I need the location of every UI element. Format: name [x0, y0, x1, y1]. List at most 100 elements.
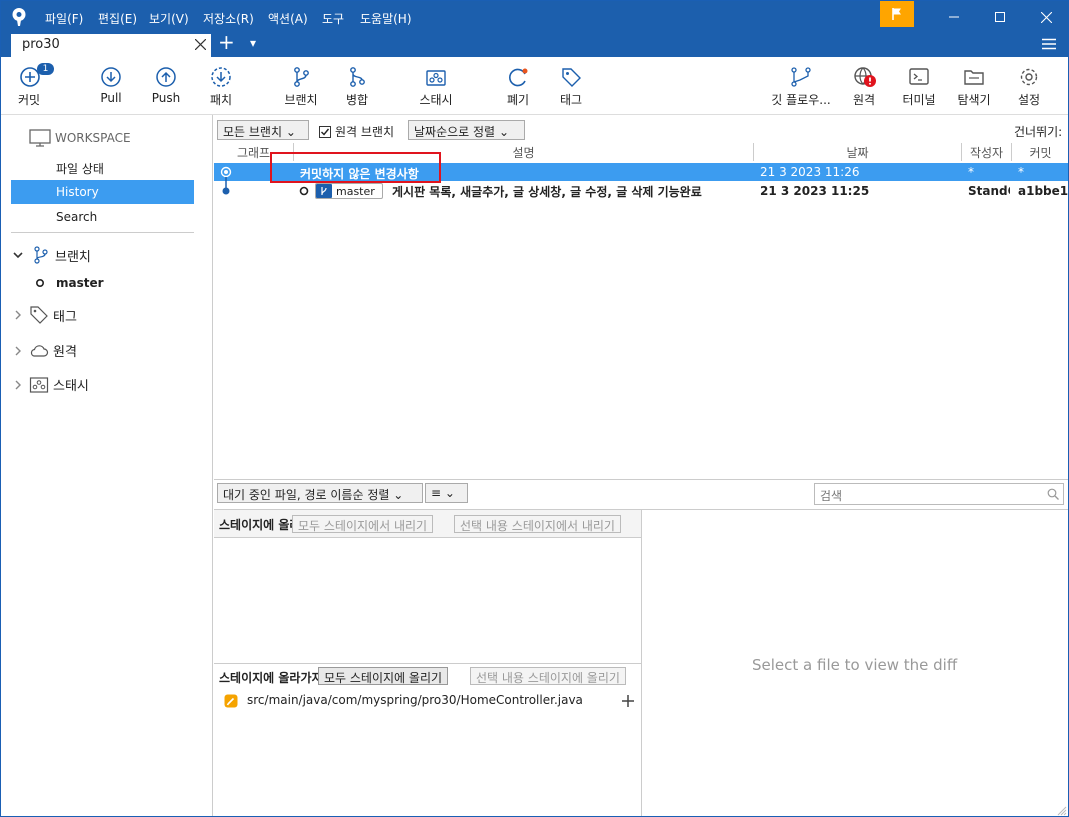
branch-name: master [56, 276, 104, 290]
graph-line-icon [222, 177, 230, 195]
row-author: StandC [968, 184, 1010, 198]
menu-view[interactable]: 보기(V) [149, 10, 189, 27]
title-bar: 파일(F) 편집(E) 보기(V) 저장소(R) 액션(A) 도구 도움말(H) [1, 1, 1068, 33]
menu-edit[interactable]: 편집(E) [98, 10, 137, 27]
gitflow-button[interactable]: 깃 플로우... [767, 57, 835, 115]
sidebar-section-remotes[interactable]: 원격 [13, 341, 77, 360]
commit-node-icon [299, 186, 309, 196]
discard-button[interactable]: 폐기 [498, 57, 538, 115]
menu-file[interactable]: 파일(F) [45, 10, 83, 27]
merge-label: 병합 [345, 93, 369, 107]
tab-bar: pro30 + ▾ [1, 30, 1068, 57]
remotes-label: 원격 [53, 345, 77, 360]
sidebar-item-search[interactable]: Search [11, 205, 194, 229]
close-window-button[interactable] [1023, 1, 1068, 33]
list-item[interactable]: src/main/java/com/myspring/pro30/HomeCon… [214, 691, 641, 711]
branches-label: 브랜치 [55, 249, 91, 265]
resize-grip-icon[interactable] [1057, 806, 1067, 816]
fetch-button[interactable]: 패치 [201, 57, 241, 115]
chevron-down-icon: ⌄ [498, 125, 509, 139]
sidebar-section-stashes[interactable]: 스태시 [13, 375, 89, 394]
remote-button[interactable]: 원격 [844, 57, 884, 115]
tag-icon [562, 68, 581, 87]
chevron-down-icon [13, 252, 23, 259]
gitflow-icon [791, 67, 811, 87]
explorer-button[interactable]: 탐색기 [953, 57, 995, 115]
unstage-selected-button[interactable]: 선택 내용 스테이지에서 내리기 [454, 515, 621, 533]
stage-all-button[interactable]: 모두 스테이지에 올리기 [318, 667, 449, 685]
main-panel: 모든 브랜치 ⌄ 원격 브랜치 날짜순으로 정렬 ⌄ 건너뛰기: 그래프 설명 … [214, 115, 1068, 816]
modified-file-icon [224, 694, 238, 708]
sidebar-item-history[interactable]: History [11, 180, 194, 204]
column-label: 작성자 [969, 146, 1004, 160]
sourcetree-window: 파일(F) 편집(E) 보기(V) 저장소(R) 액션(A) 도구 도움말(H)… [0, 0, 1069, 817]
maximize-button[interactable] [977, 1, 1023, 33]
menu-actions[interactable]: 액션(A) [268, 10, 308, 27]
menu-help[interactable]: 도움말(H) [360, 10, 412, 27]
column-date[interactable]: 날짜 [754, 143, 962, 161]
close-tab-icon[interactable] [194, 38, 207, 54]
hamburger-menu-icon[interactable] [1042, 38, 1056, 53]
stage-file-plus-icon[interactable] [622, 695, 634, 707]
unstage-all-button[interactable]: 모두 스테이지에서 내리기 [292, 515, 434, 533]
file-search-input[interactable]: 검색 [814, 483, 1064, 505]
branch-badge: master [315, 183, 383, 199]
tag-button[interactable]: 태그 [551, 57, 591, 115]
pull-icon [101, 67, 121, 87]
pull-button[interactable]: Pull [91, 57, 131, 115]
column-commit[interactable]: 커밋 [1012, 143, 1068, 161]
push-button[interactable]: Push [146, 57, 186, 115]
file-panes: 스테이지에 올라간 파일 모두 스테이지에서 내리기 선택 내용 스테이지에서 … [214, 509, 642, 816]
commit-button[interactable]: 커밋 1 [11, 57, 54, 115]
commit-label: 커밋 [18, 93, 41, 107]
checkbox-checked-icon [319, 125, 331, 138]
sidebar: WORKSPACE 파일 상태 History Search 브랜치 maste… [1, 115, 213, 816]
sidebar-branch-master[interactable]: master [35, 276, 104, 290]
row-commit: * [1018, 165, 1024, 179]
table-row[interactable]: master 게시판 목록, 새글추가, 글 상세창, 글 수정, 글 삭제 기… [214, 177, 1068, 200]
stage-selected-button[interactable]: 선택 내용 스테이지에 올리기 [470, 667, 626, 685]
row-date: 21 3 2023 11:25 [760, 184, 870, 198]
new-tab-button[interactable]: + [218, 30, 235, 54]
tag-icon [30, 306, 48, 324]
stage-selected-label: 선택 내용 스테이지에 올리기 [476, 671, 620, 685]
fetch-icon [211, 67, 231, 87]
settings-button[interactable]: 설정 [1009, 57, 1049, 115]
sidebar-section-branches[interactable]: 브랜치 [13, 245, 91, 265]
sidebar-item-label: 파일 상태 [56, 162, 104, 176]
terminal-button[interactable]: 터미널 [899, 57, 939, 115]
stash-label: 스태시 [419, 93, 453, 107]
minimize-button[interactable] [931, 1, 977, 33]
file-sort-dropdown[interactable]: 대기 중인 파일, 경로 이름순 정렬 ⌄ [217, 483, 423, 503]
notification-flag-button[interactable] [880, 1, 914, 27]
merge-button[interactable]: 병합 [337, 57, 377, 115]
folder-icon [964, 70, 984, 85]
merge-icon [350, 67, 365, 87]
menu-repository[interactable]: 저장소(R) [203, 10, 254, 27]
chevron-right-icon [15, 346, 21, 355]
sidebar-section-tags[interactable]: 태그 [13, 305, 77, 325]
branch-icon [34, 246, 48, 264]
staged-header: 스테이지에 올라간 파일 모두 스테이지에서 내리기 선택 내용 스테이지에서 … [214, 510, 641, 538]
discard-label: 폐기 [506, 93, 530, 107]
repo-tab[interactable]: pro30 [11, 34, 211, 57]
branch-button[interactable]: 브랜치 [279, 57, 323, 115]
column-author[interactable]: 작성자 [962, 143, 1012, 161]
sort-label: 날짜순으로 정렬 [414, 125, 496, 139]
current-branch-icon [35, 278, 45, 288]
show-remote-checkbox[interactable]: 원격 브랜치 [319, 123, 394, 140]
list-mode-dropdown[interactable]: ≡ ⌄ [425, 483, 468, 503]
stash-button[interactable]: 스태시 [413, 57, 459, 115]
workspace-header: WORKSPACE [29, 129, 131, 147]
gear-icon [1020, 68, 1038, 86]
sort-dropdown[interactable]: 날짜순으로 정렬 ⌄ [408, 120, 525, 140]
sidebar-divider [11, 232, 194, 233]
sidebar-item-label: History [56, 185, 99, 199]
sidebar-item-file-status[interactable]: 파일 상태 [11, 155, 194, 179]
tab-dropdown-button[interactable]: ▾ [250, 36, 256, 50]
horizontal-splitter[interactable] [214, 479, 1068, 480]
chevron-right-icon [15, 380, 21, 389]
menu-tools[interactable]: 도구 [322, 10, 344, 27]
branch-filter-dropdown[interactable]: 모든 브랜치 ⌄ [217, 120, 309, 140]
unstage-all-label: 모두 스테이지에서 내리기 [298, 519, 428, 533]
